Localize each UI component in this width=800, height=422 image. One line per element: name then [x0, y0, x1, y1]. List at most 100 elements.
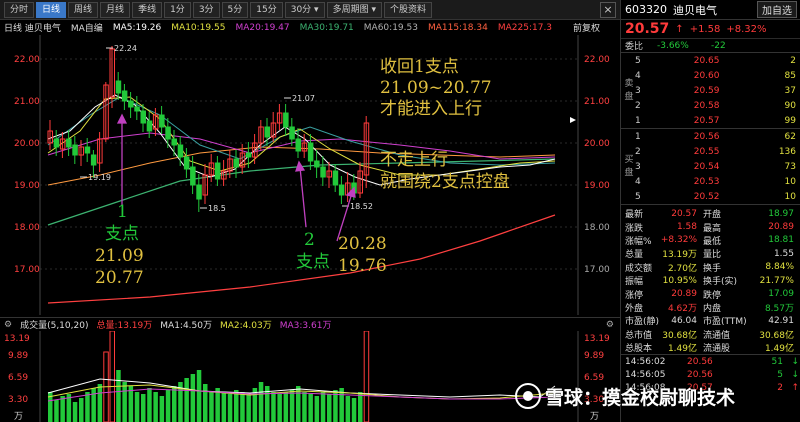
tab-1min[interactable]: 1分: [164, 1, 191, 18]
candle-body: [159, 114, 165, 128]
close-icon[interactable]: ×: [600, 1, 616, 18]
candle-body: [165, 126, 171, 140]
volume-bar: [283, 392, 289, 422]
stock-code: 603320: [625, 3, 667, 16]
high-peak-marker: 22.24: [114, 44, 137, 53]
level-price: 20.54: [693, 161, 720, 172]
quote-panel: 603320 迪贝电气 加自选 20.57 ↑ +1.58 +8.32% 委比 …: [621, 0, 800, 422]
last-price: 20.57: [625, 21, 670, 37]
candlestick-chart[interactable]: 22.00 21.00 20.00 19.00 18.00 17.00 22.0…: [0, 35, 620, 315]
tab-quarterly[interactable]: 季线: [132, 1, 163, 18]
tab-weekly[interactable]: 周线: [68, 1, 99, 18]
sell-level[interactable]: 5 20.65 2: [635, 53, 800, 68]
candle-body: [338, 184, 345, 196]
quote-header: 603320 迪贝电气 加自选: [621, 0, 800, 20]
level-index: 3: [635, 85, 641, 96]
buy-level[interactable]: 3 20.54 73: [635, 159, 800, 174]
xueqiu-watermark: 雪球：摸金校尉聊技术: [515, 381, 800, 411]
candle-body: [320, 166, 326, 178]
buy-level[interactable]: 4 20.53 10: [635, 174, 800, 189]
stat-label: 量比: [703, 250, 722, 261]
sell-level[interactable]: 3 20.59 37: [635, 83, 800, 98]
volume-bar: [85, 392, 90, 422]
annotation-line: 不走上行: [380, 150, 448, 170]
annotation-line: 收回1支点: [380, 57, 459, 77]
stock-profile-button[interactable]: 个股资料: [383, 1, 432, 18]
sell-orderbook: 卖盘 5 20.65 2 4 20.60 85 3 20.59 37 2 20.58 90 1 2…: [621, 52, 800, 128]
candle-body: [332, 170, 339, 186]
sp2-label: 支点: [296, 252, 330, 272]
tick-price: 20.56: [687, 369, 713, 380]
volume-bar: [91, 388, 96, 422]
volume-bar: [196, 370, 202, 422]
volume-bar: [277, 394, 282, 422]
stat-label: 最新: [625, 210, 644, 221]
candle-body: [72, 144, 78, 156]
sp1-high: 21.09: [95, 246, 144, 266]
tab-3min[interactable]: 3分: [192, 1, 220, 18]
price-label-right: 17.00: [584, 265, 610, 275]
candle-body: [283, 112, 289, 128]
tab-5min[interactable]: 5分: [221, 1, 249, 18]
price-label-left: 22.00: [14, 55, 40, 65]
sell-level[interactable]: 2 20.58 90: [635, 98, 800, 113]
tick-time: 14:56:02: [625, 356, 666, 367]
stat-value: 8.84%: [765, 262, 794, 273]
tab-intraday[interactable]: 分时: [4, 1, 35, 18]
candle-body: [214, 162, 221, 180]
ma115-value: MA115:18.34: [427, 22, 488, 33]
level-volume: 99: [784, 115, 796, 126]
settings-icon[interactable]: ⚙: [4, 320, 12, 330]
current-price-pointer: [570, 117, 576, 123]
stat-value: 1.58: [676, 222, 697, 233]
volume-bar: [153, 392, 158, 422]
stat-value: 20.89: [671, 289, 697, 300]
ma10-value: MA10:19.55: [171, 22, 226, 33]
ma-formula-label[interactable]: MA自编: [71, 21, 103, 34]
vol-axis-label: 6.59: [8, 373, 28, 383]
xueqiu-logo-icon: [515, 383, 541, 409]
stat-value: 1.55: [773, 248, 794, 259]
volume-bar: [240, 392, 245, 422]
level-index: 4: [635, 70, 641, 81]
sell-level[interactable]: 4 20.60 85: [635, 68, 800, 83]
volume-bar: [97, 384, 103, 422]
volume-bar: [345, 396, 351, 422]
volume-settings-gear-icon[interactable]: ⚙: [606, 320, 614, 330]
sell-level[interactable]: 1 20.57 99: [635, 113, 800, 128]
level-index: 5: [635, 55, 641, 66]
restore-mode[interactable]: 前复权: [573, 21, 600, 34]
quote-stats: 最新 20.57 开盘 18.97 涨跌 1.58 最高 20.89 涨幅% +8.32% 最低 18…: [621, 204, 800, 354]
tab-15min[interactable]: 15分: [250, 1, 283, 18]
stat-value: +8.32%: [660, 235, 697, 246]
price-label-right: 18.00: [584, 223, 610, 233]
ma5-value: MA5:19.26: [112, 22, 162, 33]
support-point-2-values: 20.28 19.76: [338, 233, 387, 277]
volume-bar: [184, 378, 189, 422]
buy-level[interactable]: 1 20.56 62: [635, 129, 800, 144]
vol-axis-label: 3.30: [8, 395, 28, 405]
down-arrow-icon: ↓: [791, 356, 799, 367]
candle-body: [66, 138, 72, 148]
stat-row: 总股本 1.49亿 流通股 1.49亿: [621, 341, 800, 354]
volume-bar: [308, 394, 313, 422]
multi-period-dropdown[interactable]: 多周期图 ▾: [326, 1, 382, 18]
low2-marker: 18.5: [208, 204, 226, 213]
level-index: 4: [635, 176, 641, 187]
price-label-left: 20.00: [14, 139, 40, 149]
annotation-line: 就围绕2支点控盘: [380, 172, 510, 192]
tab-daily[interactable]: 日线: [36, 1, 67, 18]
annotation-top-right: 收回1支点 21.09~20.77 才能进入上行: [380, 57, 492, 120]
volume-bar: [72, 402, 78, 422]
tick-volume: 5: [777, 369, 783, 380]
buy-level[interactable]: 2 20.55 136: [635, 144, 800, 159]
candle-body: [134, 106, 140, 112]
tab-30min-dropdown[interactable]: 30分 ▾: [284, 1, 325, 18]
buy-level[interactable]: 5 20.52 10: [635, 189, 800, 204]
volume-bar: [134, 392, 140, 422]
tab-monthly[interactable]: 月线: [100, 1, 131, 18]
add-watchlist-button[interactable]: 加自选: [757, 1, 797, 18]
stat-label: 开盘: [703, 210, 722, 221]
level-volume: 85: [784, 70, 796, 81]
stat-value: 1.49亿: [667, 344, 697, 355]
